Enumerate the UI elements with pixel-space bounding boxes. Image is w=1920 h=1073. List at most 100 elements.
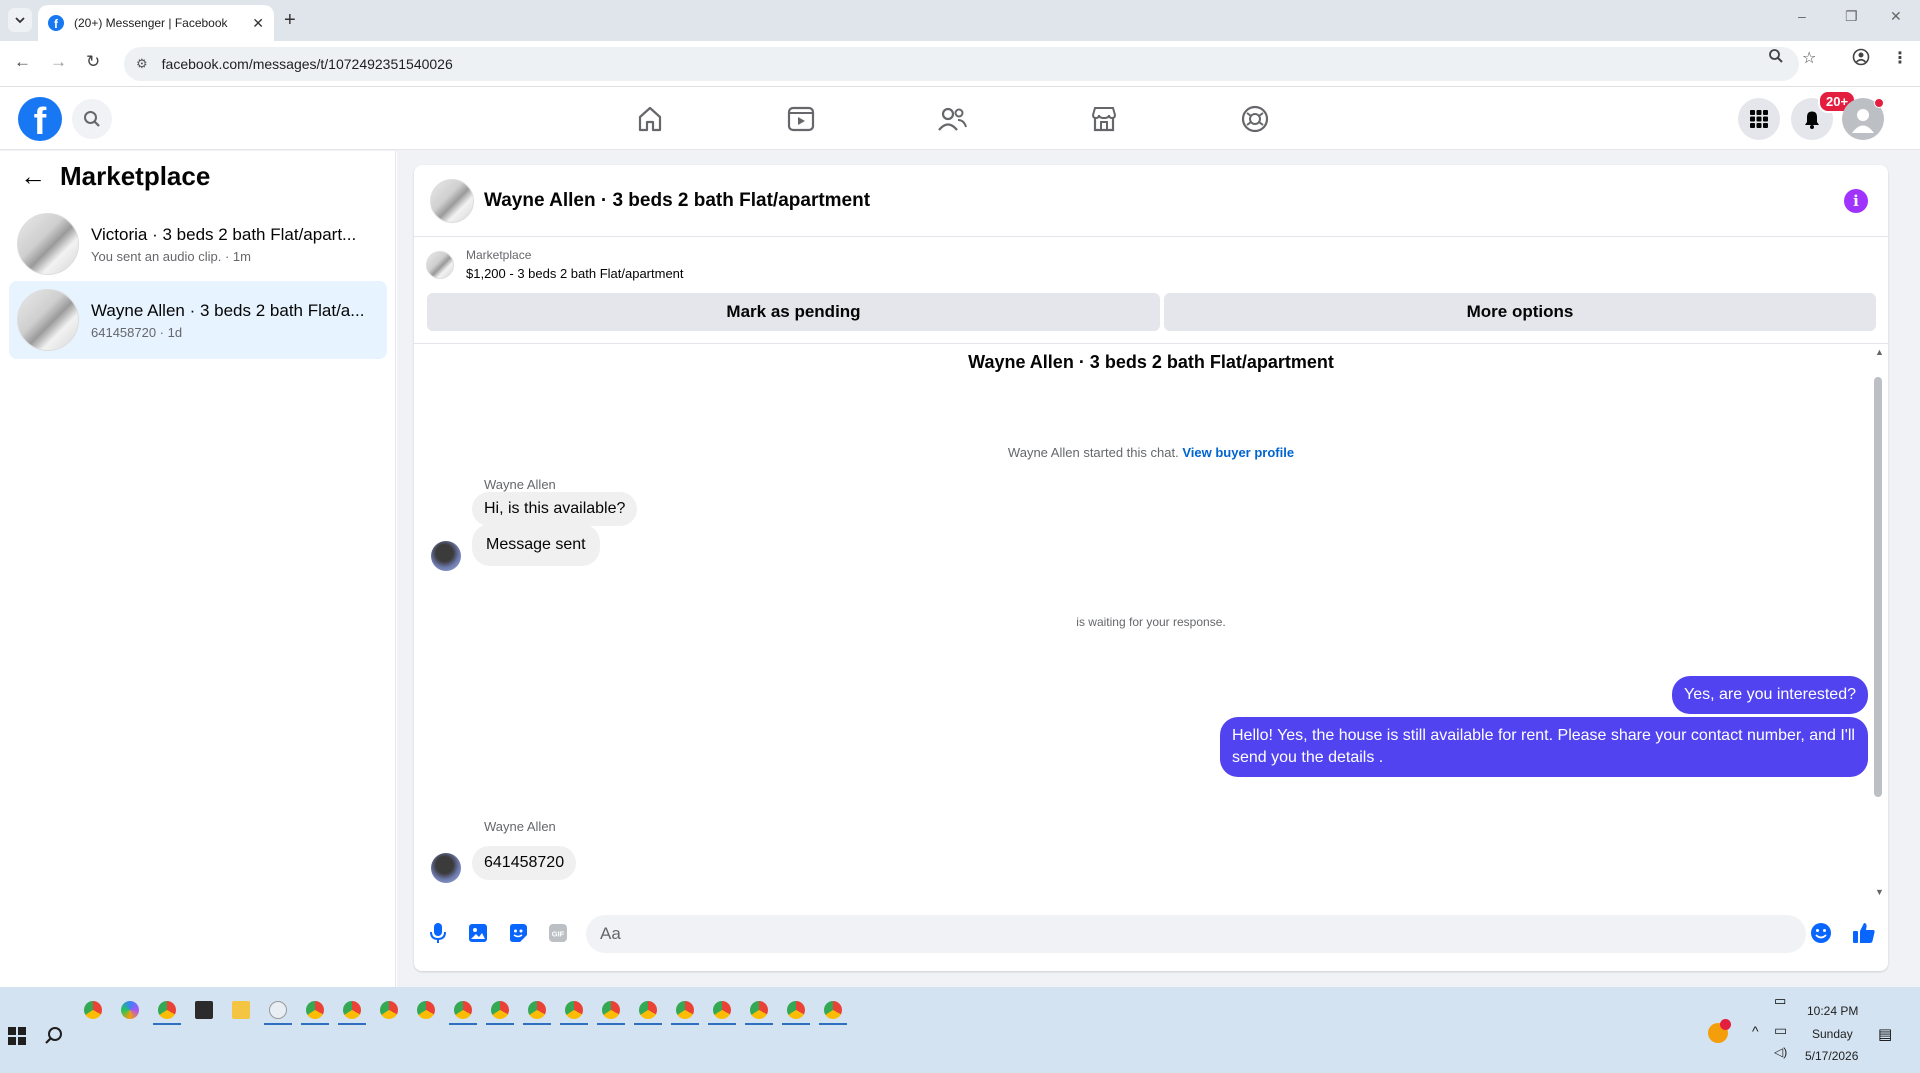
- marketplace-icon[interactable]: [1088, 103, 1120, 135]
- browser-tabstrip: f (20+) Messenger | Facebook ✕ + – ❐ ✕: [0, 0, 1920, 41]
- video-icon[interactable]: [785, 103, 817, 135]
- forward-arrow-icon[interactable]: →: [50, 52, 67, 72]
- search-icon: [84, 111, 100, 127]
- chrome-icon[interactable]: [417, 1001, 435, 1019]
- conversation-name: Victoria · 3 beds 2 bath Flat/apart...: [91, 224, 357, 244]
- back-arrow-icon[interactable]: ←: [20, 161, 46, 192]
- mark-as-pending-button[interactable]: Mark as pending: [427, 293, 1160, 331]
- active-app-indicator: [708, 1023, 736, 1025]
- chrome-icon[interactable]: [528, 1001, 546, 1019]
- contact-avatar[interactable]: [431, 541, 461, 571]
- chrome-icon[interactable]: [380, 1001, 398, 1019]
- contact-avatar[interactable]: [431, 853, 461, 883]
- incoming-message[interactable]: 641458720: [472, 846, 577, 880]
- active-app-indicator: [153, 1023, 181, 1025]
- listing-thumbnail[interactable]: [430, 178, 474, 223]
- emoji-icon[interactable]: [1809, 921, 1833, 945]
- active-app-indicator: [560, 1023, 588, 1025]
- chrome-icon[interactable]: [84, 1001, 102, 1019]
- menu-grid-button[interactable]: [1738, 98, 1780, 140]
- outgoing-message[interactable]: Yes, are you interested?: [1672, 676, 1868, 714]
- conversation-preview: You sent an audio clip. · 1m: [91, 248, 251, 264]
- chrome-icon[interactable]: [824, 1001, 842, 1019]
- conversation-title: Wayne Allen · 3 beds 2 bath Flat/apartme…: [968, 352, 1334, 372]
- conversation-item[interactable]: Victoria · 3 beds 2 bath Flat/apart... Y…: [9, 205, 387, 283]
- info-icon[interactable]: i: [1844, 189, 1868, 213]
- reload-icon[interactable]: ↻: [86, 52, 100, 72]
- chrome-icon[interactable]: [787, 1001, 805, 1019]
- conversation-item-active[interactable]: Wayne Allen · 3 beds 2 bath Flat/a... 64…: [9, 281, 387, 359]
- restore-button[interactable]: ❐: [1845, 8, 1858, 25]
- photo-icon[interactable]: [466, 921, 490, 945]
- active-app-indicator: [745, 1023, 773, 1025]
- message-composer: GIF Aa: [414, 909, 1888, 959]
- search-button[interactable]: [72, 99, 112, 139]
- active-app-indicator: [486, 1023, 514, 1025]
- outgoing-message[interactable]: Hello! Yes, the house is still available…: [1220, 717, 1868, 777]
- volume-icon[interactable]: ◁): [1774, 1045, 1787, 1059]
- thumbs-up-icon[interactable]: [1852, 921, 1876, 945]
- back-arrow-icon[interactable]: ←: [14, 52, 31, 72]
- chat-title[interactable]: Wayne Allen · 3 beds 2 bath Flat/apartme…: [484, 190, 870, 212]
- chrome-icon[interactable]: [454, 1001, 472, 1019]
- site-info-icon[interactable]: ⚙: [136, 56, 148, 72]
- chrome-icon[interactable]: [565, 1001, 583, 1019]
- network-icon[interactable]: ▭: [1774, 1022, 1787, 1039]
- active-app-indicator: [264, 1023, 292, 1025]
- close-window-button[interactable]: ✕: [1890, 8, 1902, 25]
- profile-icon[interactable]: [1852, 48, 1870, 71]
- message-input[interactable]: Aa: [586, 915, 1806, 953]
- tab-search-button[interactable]: [8, 8, 32, 32]
- taskbar-search-icon[interactable]: [44, 1026, 64, 1051]
- tray-chevron-up-icon[interactable]: ^: [1752, 1023, 1759, 1039]
- bookmark-star-icon[interactable]: ☆: [1802, 48, 1816, 68]
- listing-thumbnail: [17, 289, 79, 351]
- scroll-up-arrow[interactable]: ▲: [1875, 347, 1884, 357]
- chrome-icon[interactable]: [750, 1001, 768, 1019]
- notification-center-icon[interactable]: ▤: [1878, 1025, 1892, 1043]
- sidebar-title: Marketplace: [60, 161, 211, 191]
- friends-icon[interactable]: [936, 103, 968, 135]
- incoming-message[interactable]: Hi, is this available?: [472, 492, 638, 526]
- chrome-icon[interactable]: [639, 1001, 657, 1019]
- microphone-icon[interactable]: [426, 921, 450, 945]
- gaming-icon[interactable]: [1239, 103, 1271, 135]
- view-buyer-profile-link[interactable]: View buyer profile: [1182, 445, 1294, 460]
- browser-menu-icon[interactable]: ⋮: [1892, 48, 1908, 68]
- browser-tab[interactable]: f (20+) Messenger | Facebook ✕: [38, 5, 274, 41]
- chrome-icon[interactable]: [158, 1001, 176, 1019]
- chrome-icon[interactable]: [713, 1001, 731, 1019]
- sticker-icon[interactable]: [506, 921, 530, 945]
- address-bar[interactable]: ⚙ facebook.com/messages/t/10724923515400…: [124, 47, 1799, 81]
- facebook-logo[interactable]: f: [18, 97, 62, 141]
- chrome-icon[interactable]: [343, 1001, 361, 1019]
- listing-summary[interactable]: Marketplace $1,200 - 3 beds 2 bath Flat/…: [426, 248, 684, 281]
- terminal-icon[interactable]: [195, 1001, 213, 1019]
- home-icon[interactable]: [634, 103, 666, 135]
- chrome-icon[interactable]: [602, 1001, 620, 1019]
- device-icon[interactable]: ▭: [1774, 993, 1786, 1009]
- bell-icon: [1805, 111, 1819, 129]
- gif-icon[interactable]: GIF: [546, 921, 570, 945]
- chat-started-notice: Wayne Allen started this chat. View buye…: [414, 445, 1888, 460]
- paint-icon[interactable]: [269, 1001, 287, 1019]
- chrome-icon[interactable]: [491, 1001, 509, 1019]
- chat-scrollbar[interactable]: [1874, 377, 1882, 797]
- clock-day[interactable]: Sunday: [1812, 1027, 1853, 1041]
- more-options-button[interactable]: More options: [1164, 293, 1876, 331]
- tab-close-icon[interactable]: ✕: [252, 15, 264, 32]
- zoom-icon[interactable]: [1768, 48, 1784, 69]
- active-app-indicator: [782, 1023, 810, 1025]
- scroll-down-arrow[interactable]: ▼: [1875, 887, 1884, 897]
- file-explorer-icon[interactable]: [232, 1001, 250, 1019]
- incoming-message[interactable]: Message sent: [472, 524, 600, 566]
- chrome-icon[interactable]: [306, 1001, 324, 1019]
- clock-time[interactable]: 10:24 PM: [1807, 1004, 1858, 1018]
- tab-title: (20+) Messenger | Facebook: [74, 16, 228, 30]
- clock-date[interactable]: 5/17/2026: [1805, 1049, 1858, 1063]
- new-tab-button[interactable]: +: [284, 9, 296, 32]
- minimize-button[interactable]: –: [1798, 8, 1806, 24]
- copilot-icon[interactable]: [121, 1001, 139, 1019]
- windows-start-icon[interactable]: [8, 1027, 26, 1050]
- chrome-icon[interactable]: [676, 1001, 694, 1019]
